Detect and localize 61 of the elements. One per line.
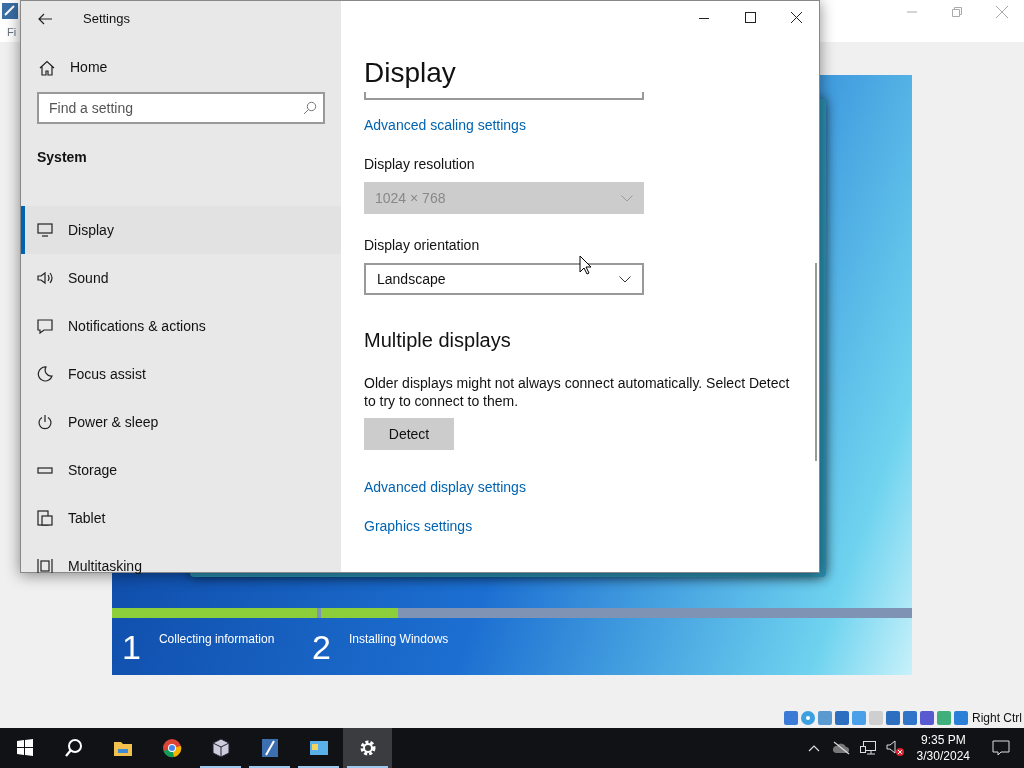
step-label: Installing Windows xyxy=(348,631,449,648)
optical-status-icon[interactable] xyxy=(800,710,816,726)
search-icon xyxy=(63,738,84,758)
power-icon xyxy=(37,414,53,430)
restore-icon xyxy=(951,7,962,17)
search-icon xyxy=(303,101,317,115)
nav-item[interactable]: Tablet xyxy=(21,494,341,542)
chevron-down-icon xyxy=(619,275,631,283)
cube-icon xyxy=(210,738,231,758)
field-label: Display orientation xyxy=(364,236,480,255)
step-label: Collecting information xyxy=(158,631,275,648)
link[interactable]: Advanced display settings xyxy=(364,477,526,497)
display-icon xyxy=(37,222,53,238)
nav-item[interactable]: Storage xyxy=(21,446,341,494)
nav-item[interactable]: Notifications & actions xyxy=(21,302,341,350)
cloud-offline-icon[interactable] xyxy=(831,741,850,755)
browser-icon xyxy=(161,738,182,758)
multitasking-icon xyxy=(37,558,53,574)
page-title: Display xyxy=(364,56,456,90)
chevron-up-icon[interactable] xyxy=(807,744,820,752)
chevron-down-icon xyxy=(621,194,633,202)
nav-item[interactable]: Focus assist xyxy=(21,350,341,398)
dropdown[interactable]: Landscape xyxy=(364,263,644,295)
section-heading: System xyxy=(37,148,87,167)
window-icon xyxy=(308,738,329,758)
back-arrow-icon xyxy=(38,12,52,25)
link[interactable]: Graphics settings xyxy=(364,516,473,536)
host-key-label: Right Ctrl xyxy=(972,710,1022,727)
nav-item[interactable]: Power & sleep xyxy=(21,398,341,446)
cursor-icon xyxy=(579,255,592,275)
scrollbar[interactable] xyxy=(815,263,817,461)
clock[interactable]: 9:35 PM 3/30/2024 xyxy=(908,732,978,764)
notification-icon[interactable] xyxy=(992,740,1010,756)
notification-icon xyxy=(37,318,53,334)
section-heading: Multiple displays xyxy=(364,328,511,353)
nav-item[interactable]: Display xyxy=(21,206,341,254)
nav-item[interactable]: Multitasking xyxy=(21,542,341,590)
detect-button[interactable]: Detect xyxy=(364,418,454,450)
taskbar-app-button[interactable] xyxy=(343,728,392,768)
close-icon xyxy=(790,12,802,23)
link[interactable]: Advanced scaling settings xyxy=(364,115,526,135)
speaker-muted-icon[interactable] xyxy=(885,740,904,756)
home-nav-item[interactable]: Home xyxy=(21,57,341,78)
network-icon[interactable] xyxy=(859,740,876,756)
step-number: 1 xyxy=(122,630,141,664)
app-icon xyxy=(259,738,280,758)
windows-logo-icon xyxy=(14,738,35,758)
tablet-icon xyxy=(37,510,53,526)
description-text: Older displays might not always connect automatically. Select Detect to try to connect to them. xyxy=(364,374,791,410)
window-title: Settings xyxy=(83,9,130,28)
maximize-icon xyxy=(744,12,756,23)
step-number: 2 xyxy=(312,630,331,664)
nav-item[interactable]: Sound xyxy=(21,254,341,302)
sound-icon xyxy=(37,270,53,286)
field-label: Display resolution xyxy=(364,155,475,174)
home-icon xyxy=(39,59,55,76)
close-icon xyxy=(995,6,1008,18)
moon-icon xyxy=(37,366,53,382)
search-field[interactable]: Find a setting xyxy=(37,92,325,124)
scale-dropdown[interactable] xyxy=(364,92,644,100)
menu-item[interactable]: Fi xyxy=(7,24,17,41)
